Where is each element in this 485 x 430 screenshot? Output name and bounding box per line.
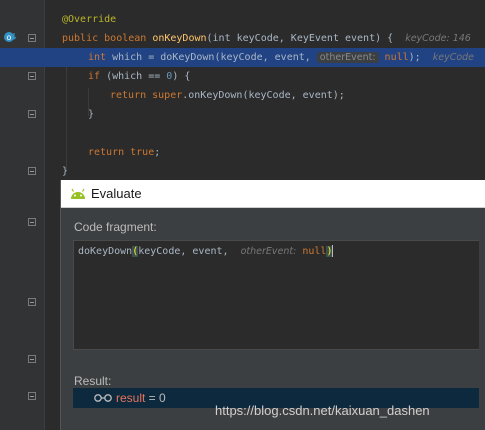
code-line-text: if (which == 0) { (88, 67, 190, 86)
fragment-param-hint: otherEvent: (240, 246, 297, 257)
code-line[interactable]: } (0, 105, 485, 124)
fold-marker[interactable] (28, 218, 36, 226)
inline-parameter-hint: keyCode (432, 52, 475, 63)
watermark: https://blog.csdn.net/kaixuan_dashen (215, 403, 430, 418)
fold-marker[interactable] (28, 392, 36, 400)
inline-parameter-hint: keyCode: 146 (405, 33, 471, 44)
code-line[interactable]: int which = doKeyDown(keyCode, event, ot… (0, 48, 485, 67)
code-token: return super (110, 90, 183, 101)
text-caret (332, 245, 334, 257)
code-token: ); (408, 52, 433, 63)
dialog-scrollbar[interactable] (479, 208, 485, 430)
code-line-text: } (62, 162, 68, 181)
code-token: @Override (62, 14, 117, 25)
code-line-text: public boolean onKeyDown(int keyCode, Ke… (62, 29, 471, 48)
code-line-text: int which = doKeyDown(keyCode, event, ot… (88, 48, 474, 67)
code-line-text: return super.onKeyDown(keyCode, event); (110, 86, 345, 105)
code-fragment-label: Code fragment: (74, 220, 157, 234)
code-token: } (88, 109, 95, 120)
code-line-text: return true; (88, 143, 160, 162)
code-line-text: } (88, 105, 94, 124)
code-token: int (88, 52, 113, 63)
result-variable-name: result (116, 391, 146, 405)
code-line-text: @Override (62, 10, 116, 29)
code-token: .onKeyDown(keyCode, event); (182, 90, 345, 101)
fold-marker[interactable] (28, 355, 36, 363)
code-token: onKeyDown (152, 33, 207, 44)
code-token: null (378, 52, 409, 63)
code-line[interactable]: return true; (0, 143, 485, 162)
evaluate-dialog: Evaluate Code fragment: doKeyDown(keyCod… (60, 180, 485, 430)
fold-marker[interactable] (28, 298, 36, 306)
code-token: ; (154, 147, 161, 158)
code-token: return true (88, 147, 155, 158)
result-value: 0 (159, 391, 166, 405)
code-fragment-input[interactable]: doKeyDown(keyCode, event, otherEvent: nu… (73, 240, 485, 350)
code-line[interactable] (0, 124, 485, 143)
code-token: public (62, 33, 105, 44)
code-line[interactable]: } (0, 162, 485, 181)
code-line[interactable]: public boolean onKeyDown(int keyCode, Ke… (0, 29, 485, 48)
code-token: } (62, 166, 69, 177)
dialog-title-bar[interactable]: Evaluate (61, 180, 485, 208)
code-token: (int keyCode, KeyEvent event) { (206, 33, 406, 44)
code-line[interactable]: return super.onKeyDown(keyCode, event); (0, 86, 485, 105)
fragment-args: keyCode, event, (138, 246, 235, 257)
dialog-title: Evaluate (91, 186, 142, 201)
code-line[interactable]: if (which == 0) { (0, 67, 485, 86)
inline-parameter-hint: otherEvent: (316, 52, 379, 63)
code-line[interactable]: @Override (0, 10, 485, 29)
result-label: Result: (74, 374, 112, 388)
result-text: result = 0 (116, 391, 166, 405)
watch-glasses-icon (94, 394, 112, 402)
android-icon (71, 188, 85, 199)
code-token: (which == (106, 71, 167, 82)
code-token: which = doKeyDown(keyCode, event, (112, 52, 317, 63)
fragment-method: doKeyDown (78, 246, 133, 257)
fragment-null: null (302, 246, 327, 257)
code-token: boolean (104, 33, 153, 44)
code-token: ) { (172, 71, 191, 82)
code-fragment-text: doKeyDown(keyCode, event, otherEvent: nu… (78, 245, 334, 259)
result-equals: = (145, 391, 160, 405)
code-token: if (88, 71, 107, 82)
